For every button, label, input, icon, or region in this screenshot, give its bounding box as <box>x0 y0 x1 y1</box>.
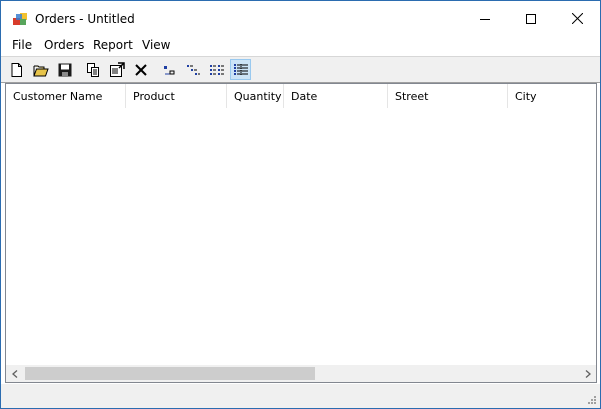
properties-button[interactable] <box>106 59 127 80</box>
save-icon <box>58 63 71 76</box>
delete-icon <box>134 63 147 76</box>
minimize-button[interactable] <box>462 1 508 36</box>
column-header-product[interactable]: Product <box>126 84 227 108</box>
close-button[interactable] <box>554 1 600 36</box>
menu-orders[interactable]: Orders <box>44 38 84 53</box>
chevron-left-icon <box>11 369 17 378</box>
new-button[interactable] <box>6 59 27 80</box>
menu-report[interactable]: Report <box>93 38 133 53</box>
column-header-city[interactable]: City <box>508 84 596 108</box>
chevron-right-icon <box>585 369 591 378</box>
small-icons-view-button[interactable] <box>182 59 203 80</box>
maximize-button[interactable] <box>508 1 554 36</box>
toolbar <box>1 56 600 83</box>
list-view-button[interactable] <box>206 59 227 80</box>
view-small-icons-icon <box>186 64 200 75</box>
view-list-icon <box>209 64 224 75</box>
window-title: Orders - Untitled <box>35 12 135 26</box>
resize-grip-icon[interactable] <box>585 393 597 405</box>
maximize-icon <box>526 13 536 24</box>
view-details-icon <box>233 63 248 76</box>
copy-icon <box>86 62 99 77</box>
scroll-left-button[interactable] <box>6 365 23 382</box>
details-view-button[interactable] <box>230 59 251 80</box>
minimize-icon <box>480 18 490 20</box>
copy-button[interactable] <box>82 59 103 80</box>
close-icon <box>571 13 583 24</box>
open-button[interactable] <box>30 59 51 80</box>
column-header-street[interactable]: Street <box>388 84 508 108</box>
open-folder-icon <box>32 65 49 76</box>
scroll-thumb[interactable] <box>25 367 315 380</box>
column-header-date[interactable]: Date <box>284 84 388 108</box>
orders-listview[interactable]: Customer Name Product Quantity Date Stre… <box>5 83 597 383</box>
column-header-quantity[interactable]: Quantity <box>227 84 284 108</box>
menu-bar: File Orders Report View <box>1 36 600 56</box>
properties-icon <box>109 61 125 77</box>
delete-button[interactable] <box>130 59 151 80</box>
new-document-icon <box>11 62 22 77</box>
large-icons-view-button[interactable] <box>158 59 179 80</box>
view-large-icons-icon <box>163 65 174 74</box>
title-bar[interactable]: Orders - Untitled <box>1 1 600 36</box>
main-window: Orders - Untitled File Orders Report Vie… <box>0 0 601 409</box>
column-header-customer-name[interactable]: Customer Name <box>6 84 126 108</box>
menu-file[interactable]: File <box>12 38 32 53</box>
status-bar <box>1 384 600 408</box>
menu-view[interactable]: View <box>142 38 170 53</box>
save-button[interactable] <box>54 59 75 80</box>
horizontal-scrollbar[interactable] <box>6 365 596 382</box>
app-icon <box>13 13 27 25</box>
scroll-right-button[interactable] <box>579 365 596 382</box>
